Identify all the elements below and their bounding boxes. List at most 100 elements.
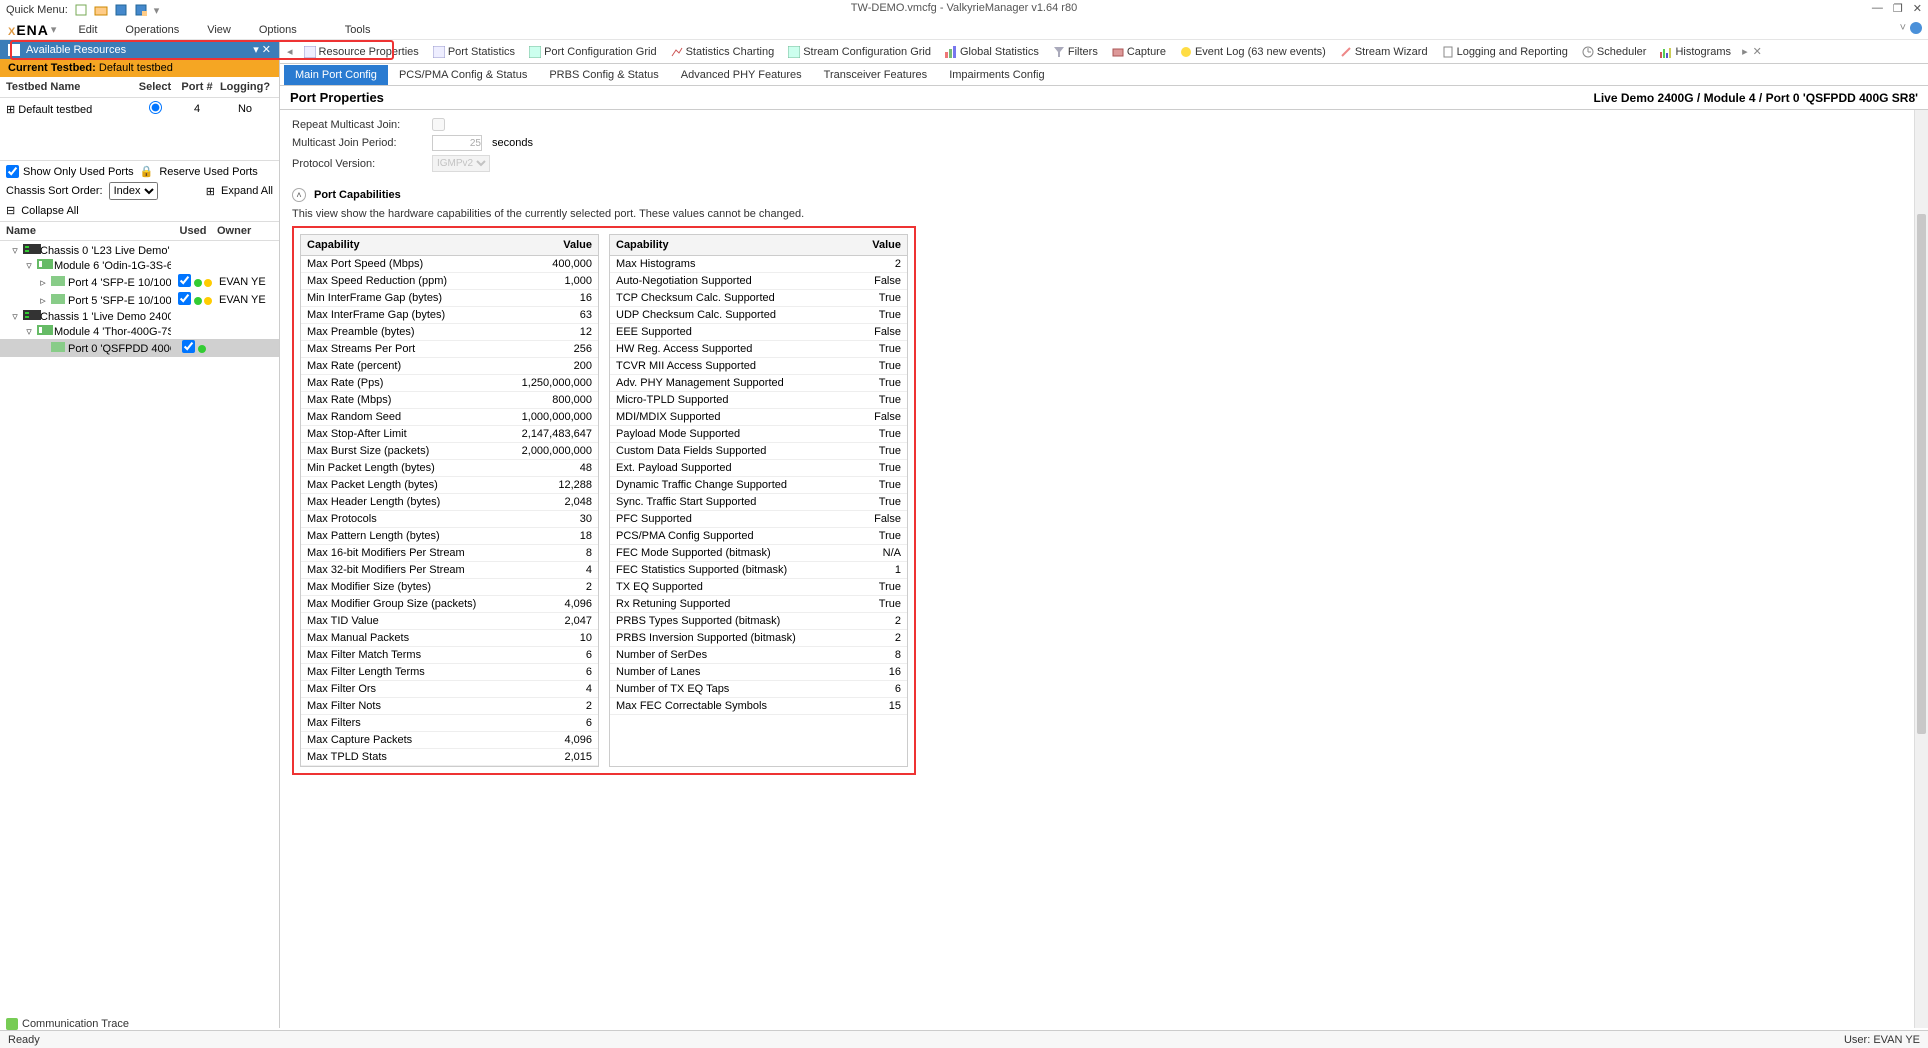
capability-row: Max Filter Nots2 [301,698,598,715]
protocol-version-select[interactable]: IGMPv2 [432,155,490,172]
reserve-used-ports[interactable]: Reserve Used Ports [159,166,257,178]
capability-row: Max TID Value2,047 [301,613,598,630]
tab-stream-wizard[interactable]: Stream Wizard [1334,44,1434,60]
close-button[interactable]: ✕ [1913,2,1922,15]
capability-row: Max Filter Ors4 [301,681,598,698]
tree-item[interactable]: ▿Module 4 'Thor-400G-7S-1 [0,324,279,339]
testbed-row[interactable]: ⊞ Default testbed 4 No [0,98,279,120]
capability-row: Max Speed Reduction (ppm)1,000 [301,273,598,290]
tab-logging-reporting[interactable]: Logging and Reporting [1436,44,1574,60]
subtab-prbs[interactable]: PRBS Config & Status [538,65,669,85]
tab-port-config-grid[interactable]: Port Configuration Grid [523,44,663,60]
capability-row: MDI/MDIX SupportedFalse [610,409,907,426]
menu-tools[interactable]: Tools [333,22,383,38]
toolbar-close-icon[interactable]: ✕ [1753,45,1762,58]
tab-event-log[interactable]: Event Log (63 new events) [1174,44,1332,60]
protocol-version-label: Protocol Version: [292,158,422,170]
capability-row: Custom Data Fields SupportedTrue [610,443,907,460]
tree-item[interactable]: Port 0 'QSFPDD 400G SR8 [0,339,279,357]
capability-row: Sync. Traffic Start SupportedTrue [610,494,907,511]
tab-scheduler[interactable]: Scheduler [1576,44,1653,60]
tab-port-statistics[interactable]: Port Statistics [427,44,521,60]
capability-row: Max InterFrame Gap (bytes)63 [301,307,598,324]
tab-stats-charting[interactable]: Statistics Charting [665,44,781,60]
communication-trace-link[interactable]: Communication Trace [6,1018,129,1030]
th-portnum: Port # [177,81,217,93]
capability-row: Dynamic Traffic Change SupportedTrue [610,477,907,494]
tree-item[interactable]: ▹Port 4 'SFP-E 10/100/10 EVAN YE [0,273,279,291]
capability-row: Max Streams Per Port256 [301,341,598,358]
subtab-transceiver[interactable]: Transceiver Features [813,65,939,85]
subtab-impairments[interactable]: Impairments Config [938,65,1055,85]
tab-histograms[interactable]: Histograms [1654,44,1737,60]
status-ready: Ready [8,1034,40,1046]
tab-resource-properties[interactable]: Resource Properties [298,44,425,60]
capability-row: Max Packet Length (bytes)12,288 [301,477,598,494]
subtab-adv-phy[interactable]: Advanced PHY Features [670,65,813,85]
capability-row: Max Filters6 [301,715,598,732]
toolbar-next-icon[interactable]: ▸ [1739,45,1751,58]
quickmenu-label: Quick Menu: [6,4,68,16]
capability-row: Max Stop-After Limit2,147,483,647 [301,426,598,443]
subtab-pcs-pma[interactable]: PCS/PMA Config & Status [388,65,538,85]
multicast-period-input[interactable] [432,135,482,151]
tab-stream-config-grid[interactable]: Stream Configuration Grid [782,44,937,60]
capability-row: Micro-TPLD SupportedTrue [610,392,907,409]
collapse-icon[interactable]: ˄ [292,188,306,202]
open-icon[interactable] [94,3,108,17]
capability-row: EEE SupportedFalse [610,324,907,341]
menu-view[interactable]: View [195,22,243,38]
menu-operations[interactable]: Operations [113,22,191,38]
capability-row: Adv. PHY Management SupportedTrue [610,375,907,392]
resource-tree[interactable]: ▿Chassis 0 'L23 Live Demo' (17 ▿Module 6… [0,241,279,359]
restore-button[interactable]: ❐ [1893,2,1903,15]
subtab-main-port-config[interactable]: Main Port Config [284,65,388,85]
repeat-multicast-label: Repeat Multicast Join: [292,119,422,131]
tab-global-statistics[interactable]: Global Statistics [939,44,1045,60]
capability-row: Max Filter Length Terms6 [301,664,598,681]
saveas-icon[interactable] [134,3,148,17]
minimize-button[interactable]: — [1872,2,1883,15]
port-capabilities-note: This view show the hardware capabilities… [292,206,1916,226]
capability-row: Max Protocols30 [301,511,598,528]
capability-row: PRBS Types Supported (bitmask)2 [610,613,907,630]
capability-row: Rx Retuning SupportedTrue [610,596,907,613]
capability-row: Max Rate (percent)200 [301,358,598,375]
seconds-label: seconds [492,137,533,149]
capability-row: Max Modifier Size (bytes)2 [301,579,598,596]
th-name: Name [6,225,169,237]
repeat-multicast-checkbox[interactable] [432,118,445,131]
capability-row: FEC Mode Supported (bitmask)N/A [610,545,907,562]
capabilities-table-right: CapabilityValue Max Histograms2Auto-Nego… [609,234,908,767]
save-icon[interactable] [114,3,128,17]
toolbar-prev-icon[interactable]: ◂ [284,45,296,58]
collapse-all[interactable]: Collapse All [21,205,78,217]
sort-label: Chassis Sort Order: [6,185,103,197]
tab-filters[interactable]: Filters [1047,44,1104,60]
th-select: Select [133,81,177,93]
tab-capture[interactable]: Capture [1106,44,1172,60]
current-testbed-bar: Current Testbed: Default testbed [0,59,279,77]
tree-item[interactable]: ▿Chassis 0 'L23 Live Demo' (17 [0,243,279,258]
help-icon[interactable] [1910,22,1922,34]
sort-select[interactable]: Index [109,182,158,200]
capability-row: Number of TX EQ Taps6 [610,681,907,698]
capability-row: Max Pattern Length (bytes)18 [301,528,598,545]
capability-row: TCVR MII Access SupportedTrue [610,358,907,375]
expand-all[interactable]: Expand All [221,185,273,197]
new-icon[interactable] [74,3,88,17]
capability-row: TCP Checksum Calc. SupportedTrue [610,290,907,307]
port-properties-title: Port Properties [290,90,384,105]
show-only-used-checkbox[interactable]: Show Only Used Ports [6,165,134,178]
menu-edit[interactable]: Edit [66,22,109,38]
testbed-select-radio[interactable] [149,101,162,114]
tree-icon: ⊞ [6,104,18,116]
down-arrow-icon[interactable]: ˅ [1900,22,1906,34]
capability-row: Max 32-bit Modifiers Per Stream4 [301,562,598,579]
menu-options[interactable]: Options [247,22,309,38]
content-scrollbar[interactable] [1914,110,1928,1028]
tree-item[interactable]: ▿Chassis 1 'Live Demo 2400G' [0,309,279,324]
tree-item[interactable]: ▹Port 5 'SFP-E 10/100/10 EVAN YE [0,291,279,309]
tree-item[interactable]: ▿Module 6 'Odin-1G-3S-6P' [0,258,279,273]
quickmenu-dropdown-icon[interactable]: ▾ [154,4,160,17]
